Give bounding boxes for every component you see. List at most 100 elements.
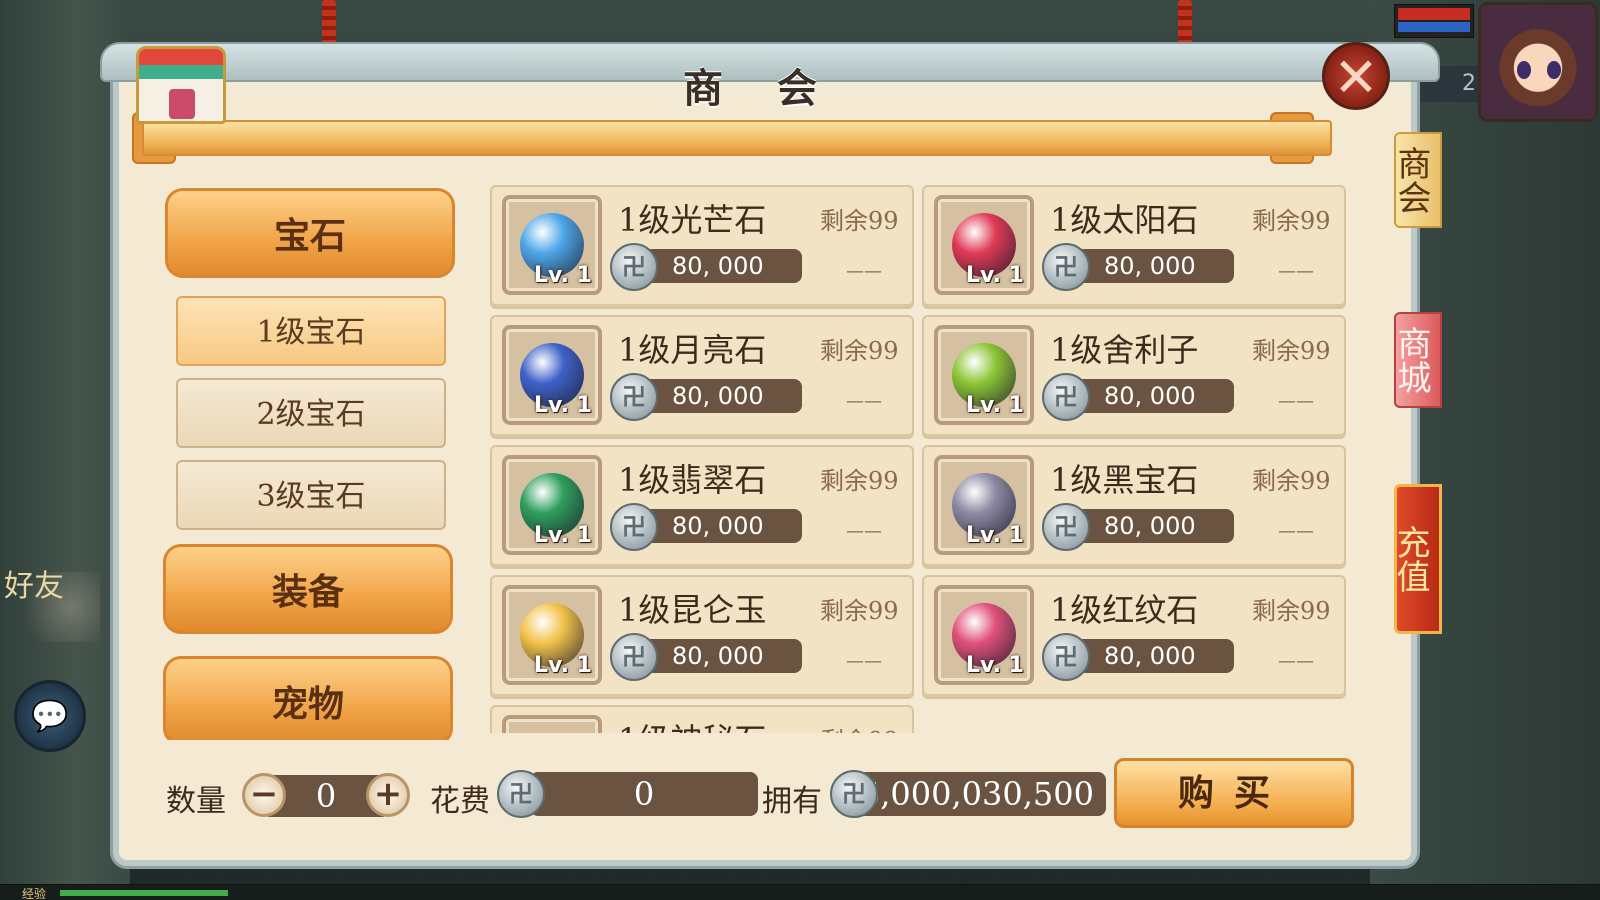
item-icon-frame: Lv. 1 (934, 325, 1034, 425)
item-icon-frame: Lv. 1 (934, 195, 1034, 295)
silver-coin-icon: 卍 (1042, 373, 1090, 421)
category-gems[interactable]: 宝石 (165, 188, 455, 278)
silver-coin-icon: 卍 (610, 243, 658, 291)
title-scroll (142, 120, 1332, 156)
category-equipment[interactable]: 装备 (163, 544, 453, 634)
item-card[interactable]: Lv. 1 1级翡翠石 剩余99 卍 80, 000 —— (490, 445, 914, 569)
quantity-label: 数量 (166, 784, 226, 819)
chat-button[interactable]: 💬 (14, 680, 86, 752)
item-level: Lv. 1 (534, 263, 592, 288)
quantity-plus-button[interactable]: + (366, 773, 410, 817)
item-icon-frame: Lv. 1 (502, 715, 602, 733)
item-card[interactable]: Lv. 1 1级昆仑玉 剩余99 卍 80, 000 —— (490, 575, 914, 699)
item-level: Lv. 1 (966, 263, 1024, 288)
rope-right (1178, 0, 1192, 48)
friend-button[interactable]: 好友 (0, 572, 100, 642)
item-dash: —— (1278, 521, 1314, 542)
item-dash: —— (1278, 651, 1314, 672)
buy-button[interactable]: 购买 (1114, 758, 1354, 828)
item-price: 80, 000 (1104, 252, 1196, 280)
tab-chamber[interactable]: 商会 (1391, 132, 1442, 228)
experience-bar: 经验 (0, 884, 1600, 900)
item-dash: —— (846, 391, 882, 412)
item-remaining: 剩余99 (820, 467, 899, 495)
subcategory-gem-lv3[interactable]: 3级宝石 (176, 460, 446, 530)
item-remaining: 剩余99 (820, 721, 910, 733)
item-dash: —— (846, 651, 882, 672)
silver-coin-icon: 卍 (610, 503, 658, 551)
item-card[interactable]: Lv. 1 1级红纹石 剩余99 卍 80, 000 —— (922, 575, 1346, 699)
item-icon-frame: Lv. 1 (934, 585, 1034, 685)
subcategory-gem-lv2[interactable]: 2级宝石 (176, 378, 446, 448)
close-button[interactable]: ✕ (1322, 42, 1390, 110)
silver-coin-icon: 卍 (1042, 633, 1090, 681)
item-icon-frame: Lv. 1 (502, 325, 602, 425)
rope-left (322, 0, 336, 48)
item-price: 80, 000 (1104, 642, 1196, 670)
silver-coin-icon: 卍 (610, 633, 658, 681)
item-dash: —— (1278, 391, 1314, 412)
item-icon-frame: Lv. 1 (502, 455, 602, 555)
item-level: Lv. 1 (966, 523, 1024, 548)
silver-coin-icon: 卍 (1042, 243, 1090, 291)
item-price: 80, 000 (672, 382, 764, 410)
item-dash: —— (846, 521, 882, 542)
shop-building-icon (136, 46, 226, 124)
item-remaining: 剩余99 (1252, 337, 1331, 365)
item-level: Lv. 1 (534, 653, 592, 678)
item-name: 1级舍利子 (1050, 331, 1199, 369)
category-pets[interactable]: 宠物 (163, 656, 453, 740)
category-list: 宝石 1级宝石 2级宝石 3级宝石 装备 宠物 (160, 180, 460, 740)
tab-mall[interactable]: 商城 (1391, 312, 1442, 408)
silver-coin-icon: 卍 (610, 373, 658, 421)
item-level: Lv. 1 (966, 393, 1024, 418)
item-remaining: 剩余99 (1252, 467, 1331, 495)
item-name: 1级太阳石 (1050, 201, 1199, 239)
silver-coin-icon: 卍 (1042, 503, 1090, 551)
item-name: 1级神秘石 (618, 715, 766, 733)
item-card[interactable]: Lv. 1 1级神秘石 剩余99 卍 80, 000 —— (490, 705, 914, 733)
item-price: 80, 000 (672, 642, 764, 670)
item-level: Lv. 1 (534, 393, 592, 418)
subcategory-gem-lv1[interactable]: 1级宝石 (176, 296, 446, 366)
exp-label: 经验 (22, 887, 47, 900)
item-card[interactable]: Lv. 1 1级舍利子 剩余99 卍 80, 000 —— (922, 315, 1346, 439)
item-remaining: 剩余99 (820, 597, 899, 625)
tab-recharge[interactable]: 充值 (1390, 484, 1442, 634)
chat-bubble-icon: 💬 (31, 698, 69, 734)
cost-value: 0 (530, 772, 758, 816)
exp-fill (60, 890, 228, 896)
item-remaining: 剩余99 (820, 337, 899, 365)
item-icon-frame: Lv. 1 (934, 455, 1034, 555)
silver-coin-icon: 卍 (830, 770, 878, 818)
item-name: 1级光芒石 (618, 201, 767, 239)
item-name: 1级红纹石 (1050, 591, 1199, 629)
silver-coin-icon: 卍 (497, 770, 545, 818)
item-price: 80, 000 (1104, 382, 1196, 410)
item-icon-frame: Lv. 1 (502, 195, 602, 295)
item-name: 1级昆仑玉 (618, 591, 767, 629)
item-remaining: 剩余99 (820, 207, 899, 235)
hp-mp-bars (1394, 4, 1474, 38)
item-price: 80, 000 (672, 512, 764, 540)
item-remaining: 剩余99 (1252, 597, 1331, 625)
owned-label: 拥有 (762, 784, 822, 819)
item-name: 1级翡翠石 (618, 461, 767, 499)
item-dash: —— (846, 261, 882, 282)
item-name: 1级月亮石 (618, 331, 767, 369)
panel-title: 商 会 (683, 65, 837, 112)
quantity-minus-button[interactable]: − (242, 773, 286, 817)
cost-label: 花费 (430, 784, 490, 819)
player-avatar[interactable] (1478, 2, 1598, 122)
item-card[interactable]: Lv. 1 1级月亮石 剩余99 卍 80, 000 —— (490, 315, 914, 439)
background-left (0, 0, 130, 900)
owned-value: 5,000,030,500 (850, 772, 1106, 816)
item-grid: Lv. 1 1级光芒石 剩余99 卍 80, 000 —— Lv. 1 1级太阳… (490, 185, 1360, 733)
item-price: 80, 000 (672, 252, 764, 280)
item-card[interactable]: Lv. 1 1级黑宝石 剩余99 卍 80, 000 —— (922, 445, 1346, 569)
close-icon: ✕ (1333, 46, 1379, 109)
item-card[interactable]: Lv. 1 1级光芒石 剩余99 卍 80, 000 —— (490, 185, 914, 309)
item-level: Lv. 1 (966, 653, 1024, 678)
item-card[interactable]: Lv. 1 1级太阳石 剩余99 卍 80, 000 —— (922, 185, 1346, 309)
item-dash: —— (1278, 261, 1314, 282)
